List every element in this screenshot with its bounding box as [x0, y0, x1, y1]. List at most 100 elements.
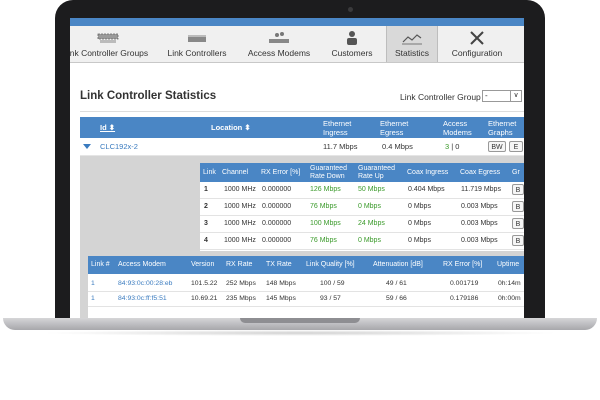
coax-egress: 11.719 Mbps	[461, 186, 501, 193]
channel: 1000 MHz	[224, 203, 256, 210]
link-graph-button[interactable]: B	[512, 235, 524, 246]
col-uptime: Uptime	[497, 261, 520, 268]
access-modem-link[interactable]: 84:93:0c:00:28:eb	[118, 277, 172, 291]
tab-link-controllers[interactable]: Link Controllers	[158, 26, 236, 62]
col-rx-rate: RX Rate	[226, 261, 253, 268]
coax-ingress: 0 Mbps	[408, 237, 431, 244]
link-number: 2	[204, 203, 208, 210]
divider	[80, 111, 524, 112]
link-table: Link Channel RX Error [%] Guaranteed Rat…	[200, 163, 524, 251]
link-table-header: Link Channel RX Error [%] Guaranteed Rat…	[200, 163, 524, 182]
col-graphs: Gr	[512, 168, 520, 176]
col-link: Link	[203, 168, 216, 176]
rate-down: 126 Mbps	[310, 186, 341, 193]
tab-configuration[interactable]: Configuration	[442, 26, 512, 62]
tab-link-controller-groups[interactable]: ink Controller Groups	[70, 26, 156, 62]
egress-graph-button[interactable]: E	[509, 141, 523, 152]
col-access-modem: Access Modem	[118, 261, 166, 268]
tab-label: Configuration	[451, 48, 503, 58]
rx-error: 0.179186	[450, 295, 479, 302]
coax-ingress: 0.404 Mbps	[408, 186, 445, 193]
modems-rest: | 0	[449, 142, 460, 151]
link-number[interactable]: 1	[91, 292, 95, 306]
statistics-icon	[402, 34, 422, 45]
coax-egress: 0.003 Mbps	[461, 203, 498, 210]
link-number[interactable]: 1	[91, 277, 95, 291]
tx-rate: 148 Mbps	[266, 280, 296, 287]
table-row: 1 84:93:0c:ff:f5:51 10.69.21 235 Mbps 14…	[88, 292, 524, 307]
link-quality: 100 / 59	[320, 280, 345, 287]
tab-label: Access Modems	[247, 48, 311, 58]
col-link-quality: Link Quality [%]	[306, 261, 355, 268]
group-select[interactable]: - ∨	[482, 90, 522, 102]
version: 10.69.21	[191, 295, 218, 302]
link-quality: 93 / 57	[320, 295, 341, 302]
sort-id-header[interactable]: Id ⬍	[100, 117, 115, 138]
rx-rate: 235 Mbps	[226, 295, 256, 302]
coax-egress: 0.003 Mbps	[461, 237, 498, 244]
col-rx-error: RX Error [%]	[443, 261, 483, 268]
access-modems-icon	[269, 32, 289, 43]
tab-label: Link Controllers	[167, 48, 227, 58]
chevron-down-icon: ∨	[510, 91, 521, 101]
rx-error: 0.000000	[262, 186, 292, 193]
tab-bar: ink Controller Groups Link Controllers A…	[70, 26, 524, 63]
col-rate-down: Guaranteed Rate Down	[310, 164, 347, 180]
uptime: 0h:14m	[498, 280, 521, 287]
customers-icon	[347, 31, 357, 45]
link-controller-id-link[interactable]: CLC192x-2	[100, 139, 138, 155]
access-modem-link[interactable]: 84:93:0c:ff:f5:51	[118, 292, 167, 306]
ethernet-egress-value: 0.4 Mbps	[382, 142, 413, 151]
table-row[interactable]: CLC192x-2 11.7 Mbps 0.4 Mbps 3 | 0 BW E	[80, 139, 524, 156]
rx-error: 0.001719	[450, 280, 479, 287]
ethernet-egress-header: Ethernet Egress	[380, 118, 409, 137]
access-modems-header: Access Modems	[443, 118, 472, 137]
rate-down: 76 Mbps	[310, 237, 337, 244]
tab-statistics[interactable]: Statistics	[386, 26, 438, 62]
top-bar	[70, 18, 524, 26]
version: 101.5.22	[191, 280, 218, 287]
ethernet-ingress-value: 11.7 Mbps	[323, 142, 358, 151]
link-number: 4	[204, 237, 208, 244]
rate-up: 0 Mbps	[358, 237, 381, 244]
attenuation: 49 / 61	[386, 280, 407, 287]
tab-label: ink Controller Groups	[70, 48, 149, 58]
link-controller-groups-icon	[97, 33, 119, 43]
rx-error: 0.000000	[262, 203, 292, 210]
col-rate-up: Guaranteed Rate Up	[358, 164, 395, 180]
camera-icon	[348, 7, 353, 12]
page-title: Link Controller Statistics	[80, 90, 217, 102]
link-graph-button[interactable]: B	[512, 218, 524, 229]
tab-label: Statistics	[394, 48, 429, 58]
link-graph-button[interactable]: B	[512, 201, 524, 212]
table-row: 4 1000 MHz 0.000000 76 Mbps 0 Mbps 0 Mbp…	[200, 233, 524, 250]
link-number: 3	[204, 220, 208, 227]
tab-customers[interactable]: Customers	[322, 26, 382, 62]
col-link-number: Link #	[91, 261, 110, 268]
table-row: 3 1000 MHz 0.000000 100 Mbps 24 Mbps 0 M…	[200, 216, 524, 233]
coax-ingress: 0 Mbps	[408, 220, 431, 227]
rx-error: 0.000000	[262, 220, 292, 227]
channel: 1000 MHz	[224, 186, 256, 193]
channel: 1000 MHz	[224, 237, 256, 244]
rx-rate: 252 Mbps	[226, 280, 256, 287]
ethernet-ingress-header: Ethernet Ingress	[323, 118, 352, 137]
rate-up: 50 Mbps	[358, 186, 385, 193]
coax-egress: 0.003 Mbps	[461, 220, 498, 227]
uptime: 0h:00m	[498, 295, 521, 302]
col-coax-egress: Coax Egress	[460, 168, 501, 176]
table-row: 2 1000 MHz 0.000000 76 Mbps 0 Mbps 0 Mbp…	[200, 199, 524, 216]
tab-access-modems[interactable]: Access Modems	[240, 26, 318, 62]
ethernet-graphs-header: Ethernet Graphs	[488, 118, 517, 137]
col-version: Version	[191, 261, 215, 268]
col-rx-error: RX Error [%]	[261, 168, 301, 176]
modem-table: Link # Access Modem Version RX Rate TX R…	[88, 256, 524, 318]
expand-arrow-icon[interactable]	[83, 144, 91, 149]
bw-graph-button[interactable]: BW	[488, 141, 506, 152]
laptop-notch	[240, 318, 360, 323]
rate-down: 76 Mbps	[310, 203, 337, 210]
sort-location-header[interactable]: Location ⬍	[211, 117, 251, 138]
rate-up: 24 Mbps	[358, 220, 385, 227]
col-tx-rate: TX Rate	[266, 261, 292, 268]
link-graph-button[interactable]: B	[512, 184, 524, 195]
